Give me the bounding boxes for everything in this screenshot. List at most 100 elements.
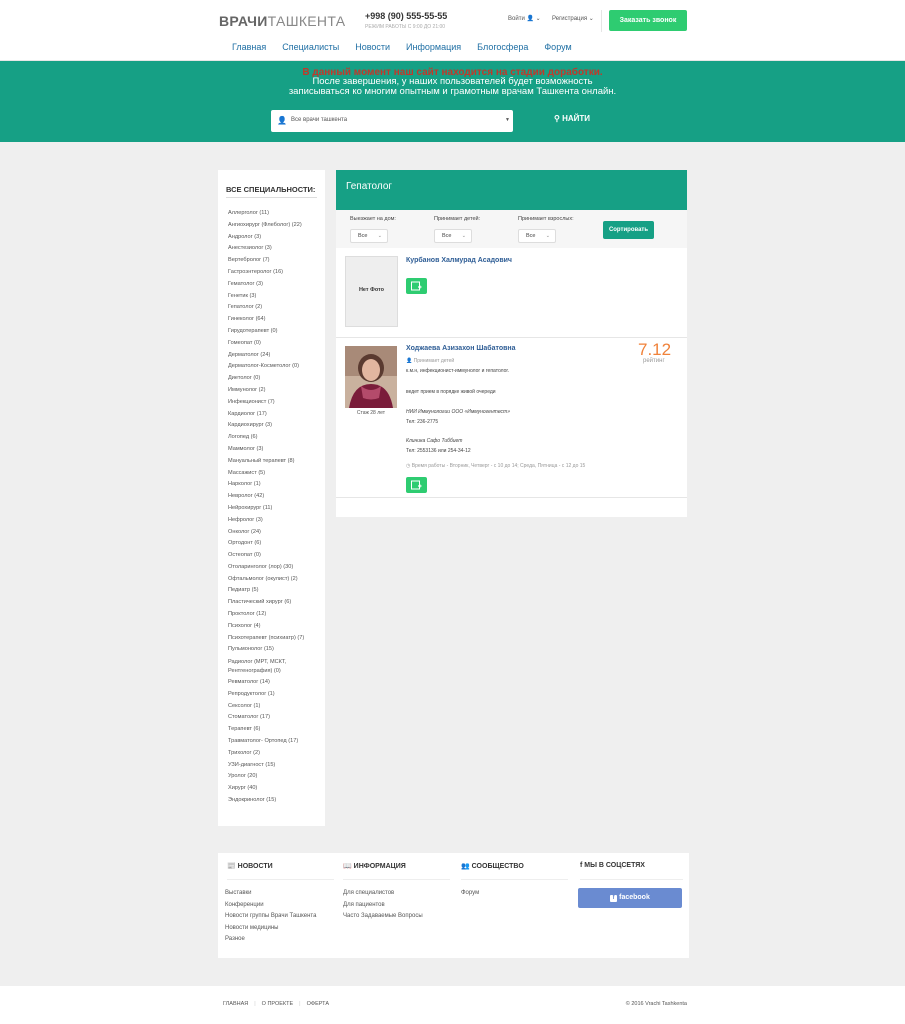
specialty-link[interactable]: УЗИ-диагност (15)	[228, 760, 318, 772]
specialty-link[interactable]: Эндокринолог (15)	[228, 795, 318, 807]
sort-button[interactable]: Сортировать	[603, 221, 654, 239]
adults-select[interactable]: Все ⌄	[518, 229, 556, 243]
bottom-link-offer[interactable]: ОФЕРТА	[307, 1001, 329, 1007]
specialty-link[interactable]: Ревматолог (14)	[228, 677, 318, 689]
specialty-link[interactable]: Нейрохирург (11)	[228, 503, 318, 515]
specialty-link[interactable]: Пластический хирург (6)	[228, 597, 318, 609]
footer-divider	[343, 879, 450, 880]
specialty-link[interactable]: Терапевт (6)	[228, 724, 318, 736]
specialty-link[interactable]: Пульмонолог (15)	[228, 644, 318, 656]
find-button[interactable]: ⚲ НАЙТИ	[554, 114, 590, 123]
footer-link[interactable]: Новости медицины	[225, 923, 316, 935]
specialty-link[interactable]: Отоларинголог (лор) (30)	[228, 562, 318, 574]
footer-info-links: Для специалистов Для пациентов Часто Зад…	[343, 888, 423, 923]
specialty-link[interactable]: Аллерголог (11)	[228, 208, 318, 220]
specialty-link[interactable]: Кардиолог (17)	[228, 409, 318, 421]
specialty-link[interactable]: Психотерапевт (психиатр) (7)	[228, 634, 318, 643]
specialty-link[interactable]: Хирург (40)	[228, 783, 318, 795]
order-call-button[interactable]: Заказать звонок	[609, 10, 687, 31]
specialty-link[interactable]: Логопед (6)	[228, 432, 318, 444]
specialty-link[interactable]: Нефролог (3)	[228, 515, 318, 527]
book-icon: 📖	[343, 863, 352, 870]
login-link[interactable]: Войти 👤 ⌄	[508, 15, 541, 22]
specialty-link[interactable]: Невролог (42)	[228, 491, 318, 503]
specialty-link[interactable]: Нарколог (1)	[228, 479, 318, 491]
specialty-link[interactable]: Остеопат (0)	[228, 550, 318, 562]
specialty-link[interactable]: Ангиохирург (Флеболог) (22)	[228, 221, 318, 230]
specialty-link[interactable]: Кардиохирург (3)	[228, 420, 318, 432]
specialty-link[interactable]: Гепатолог (2)	[228, 302, 318, 314]
nav-home[interactable]: Главная	[232, 42, 266, 52]
adults-label: Принимает взрослых:	[518, 216, 574, 222]
specialty-link[interactable]: Гастроэнтеролог (16)	[228, 267, 318, 279]
facebook-button[interactable]: f facebook	[578, 888, 682, 908]
specialty-link[interactable]: Онколог (24)	[228, 527, 318, 539]
footer-link[interactable]: Часто Задаваемые Вопросы	[343, 911, 423, 923]
specialty-link[interactable]: Дерматолог (24)	[228, 350, 318, 362]
nav-information[interactable]: Информация	[406, 42, 461, 52]
chevron-down-icon: ⌄	[461, 233, 466, 239]
copyright: © 2016 Vrachi Tashkenta	[625, 1001, 687, 1007]
bottom-link-about[interactable]: О ПРОЕКТЕ	[262, 1001, 294, 1007]
calendar-add-icon	[411, 281, 422, 291]
register-link[interactable]: Регистрация ⌄	[552, 15, 594, 22]
specialty-link[interactable]: Офтальмолог (окулист) (2)	[228, 574, 318, 586]
specialty-link[interactable]: Травматолог- Ортопед (17)	[228, 736, 318, 748]
specialty-link[interactable]: Стоматолог (17)	[228, 712, 318, 724]
footer-link[interactable]: Для пациентов	[343, 900, 423, 912]
doctor-search-select[interactable]: 👤 Все врачи ташкента ▼	[271, 110, 513, 132]
specialty-link[interactable]: Диетолог (0)	[228, 373, 318, 385]
footer-link[interactable]: Выставки	[225, 888, 316, 900]
specialty-link[interactable]: Мануальный терапевт (8)	[228, 456, 318, 468]
specialty-link[interactable]: Гомеопат (0)	[228, 338, 318, 350]
specialty-link[interactable]: Маммолог (3)	[228, 444, 318, 456]
specialty-link[interactable]: Генетик (3)	[228, 291, 318, 303]
footer-link[interactable]: Форум	[461, 888, 479, 900]
site-logo[interactable]: ВРАЧИТАШКЕНТА	[219, 13, 345, 29]
specialty-link[interactable]: Радиолог (МРТ, МСКТ, Рентгенография) (0)	[228, 658, 318, 676]
clinic-phone: Тел: 2553136 или 254-34-12	[406, 448, 471, 454]
specialty-link[interactable]: Сексолог (1)	[228, 701, 318, 713]
footer-news-links: Выставки Конференции Новости группы Врач…	[225, 888, 316, 946]
newspaper-icon: 📰	[227, 863, 236, 870]
footer-link[interactable]: Для специалистов	[343, 888, 423, 900]
specialty-link[interactable]: Вертебролог (7)	[228, 255, 318, 267]
specialty-link[interactable]: Психолог (4)	[228, 621, 318, 633]
house-call-select[interactable]: Все ⌄	[350, 229, 388, 243]
sidebar-divider	[226, 197, 317, 198]
specialty-link[interactable]: Гематолог (3)	[228, 279, 318, 291]
specialty-link[interactable]: Педиатр (5)	[228, 585, 318, 597]
nav-specialists[interactable]: Специалисты	[282, 42, 339, 52]
specialty-link[interactable]: Гинеколог (64)	[228, 314, 318, 326]
footer-link[interactable]: Разное	[225, 934, 316, 946]
specialty-link[interactable]: Массажист (5)	[228, 468, 318, 480]
book-appointment-button[interactable]	[406, 477, 427, 493]
specialty-link[interactable]: Анестезиолог (3)	[228, 243, 318, 255]
specialty-link[interactable]: Ортодонт (6)	[228, 538, 318, 550]
specialty-link[interactable]: Гирудотерапевт (0)	[228, 326, 318, 338]
nav-forum[interactable]: Форум	[544, 42, 571, 52]
doctor-photo[interactable]	[345, 346, 397, 408]
bottom-link-home[interactable]: ГЛАВНАЯ	[223, 1001, 248, 1007]
specialty-link[interactable]: Проктолог (12)	[228, 609, 318, 621]
doctor-name-link[interactable]: Ходжаева Азизахон Шабатовна	[406, 345, 516, 352]
nav-blogosphere[interactable]: Блогосфера	[477, 42, 528, 52]
children-select[interactable]: Все ⌄	[434, 229, 472, 243]
nav-news[interactable]: Новости	[355, 42, 390, 52]
specialty-link[interactable]: Дерматолог-Косметолог (0)	[228, 361, 318, 373]
clinic-name: НИИ Иммунологии ООО «Иммуногентест»	[406, 409, 510, 415]
specialty-link[interactable]: Репродуктолог (1)	[228, 689, 318, 701]
specialty-link[interactable]: Трихолог (2)	[228, 748, 318, 760]
accepts-children-tag: 👤 Принимает детей	[406, 358, 455, 364]
specialty-link[interactable]: Иммунолог (2)	[228, 385, 318, 397]
specialty-header: Гепатолог	[336, 170, 687, 210]
bottom-bar: ГЛАВНАЯ | О ПРОЕКТЕ | ОФЕРТА © 2016 Vrac…	[0, 986, 905, 1024]
footer-link[interactable]: Новости группы Врачи Ташкента	[225, 911, 316, 923]
book-appointment-button[interactable]	[406, 278, 427, 294]
doctor-name-link[interactable]: Курбанов Халмурад Асадович	[406, 257, 512, 264]
specialty-link[interactable]: Уролог (20)	[228, 771, 318, 783]
footer-link[interactable]: Конференции	[225, 900, 316, 912]
bottom-links: ГЛАВНАЯ | О ПРОЕКТЕ | ОФЕРТА	[223, 1001, 329, 1007]
specialty-link[interactable]: Инфекционист (7)	[228, 397, 318, 409]
specialty-link[interactable]: Андролог (3)	[228, 232, 318, 244]
